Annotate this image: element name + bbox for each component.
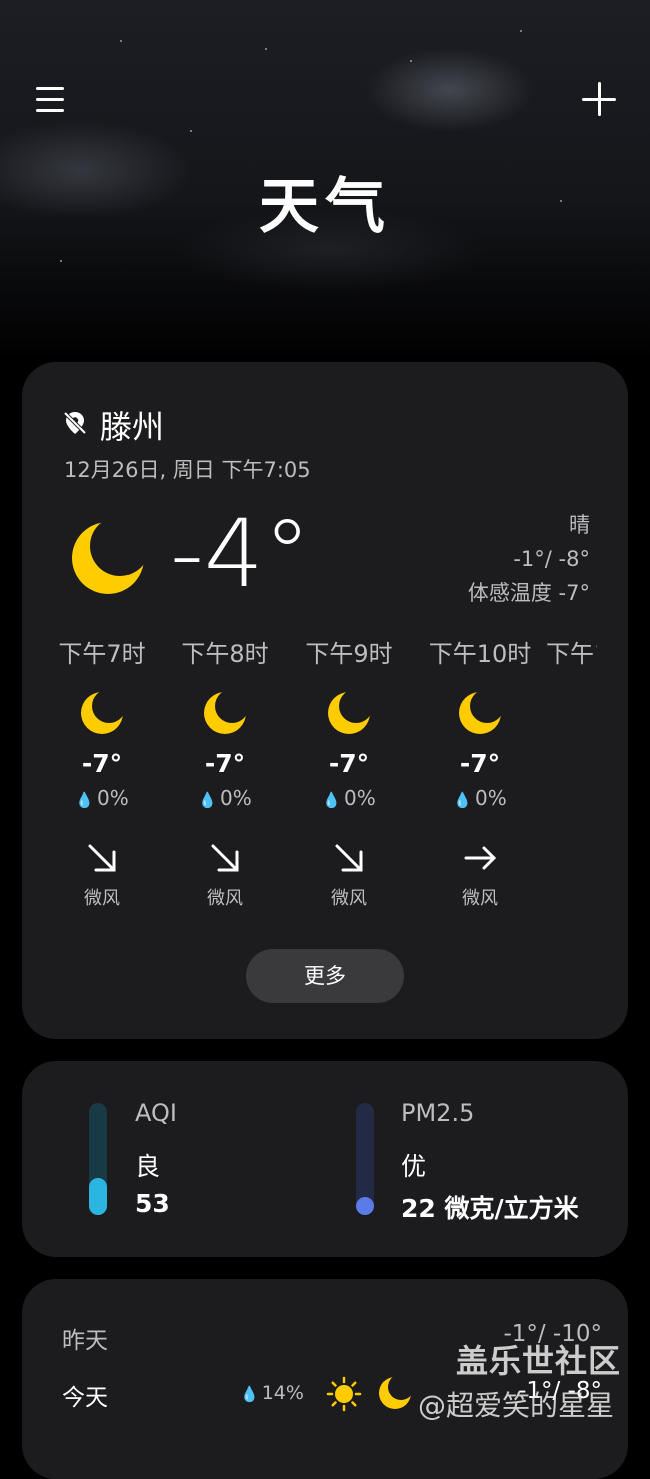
rain-chance: 0% (474, 786, 507, 810)
day-temp: -1°/ -10° (503, 1321, 602, 1347)
aqi-level: 良 (135, 1152, 161, 1181)
pm25-value: 22 微克/立方米 (401, 1194, 579, 1223)
arrow-down-right-icon (211, 844, 239, 872)
hour-time: 下午10时 (428, 640, 532, 668)
current-temperature: -4° (170, 500, 311, 609)
hour-rain: 💧 0% (289, 786, 409, 810)
moon-icon (459, 692, 501, 734)
current-weather-card[interactable]: 滕州 12月26日, 周日 下午7:05 -4° 晴 -1°/ -8° 体感温度… (22, 362, 628, 1039)
pm25-label: PM2.5 (401, 1099, 475, 1127)
day-temp: -1°/ -8° (518, 1378, 602, 1404)
hour-item: 下午10时 -7° 💧 0% 微风 (420, 634, 540, 910)
moon-icon (72, 522, 144, 594)
feels-like-temperature: 体感温度 -7° (467, 581, 590, 605)
day-name: 今天 (62, 1385, 108, 1411)
star (265, 48, 267, 50)
rain-chance: 0% (343, 786, 376, 810)
hour-item: 下午7时 -7° 💧 0% 微风 (42, 634, 162, 910)
location-off-icon (63, 411, 87, 435)
hour-time: 下午8时 (181, 640, 269, 668)
hourly-forecast[interactable]: 下午7时 -7° 💧 0% 微风 下午8时 -7° 💧 0% 微风 下午9时 -… (42, 634, 597, 924)
aqi-gauge-fill (89, 1178, 107, 1215)
star (60, 260, 62, 262)
moon-icon (204, 692, 246, 734)
condition-block: 晴 -1°/ -8° 体感温度 -7° (468, 508, 590, 610)
hour-temp: -7° (204, 749, 246, 778)
pm25-gauge-fill (356, 1197, 374, 1215)
star (410, 60, 412, 62)
city-name: 滕州 (100, 408, 165, 446)
aqi-value: 53 (135, 1189, 170, 1218)
wind-label: 微风 (207, 888, 243, 909)
condition-text: 晴 (569, 513, 590, 537)
rain-chance: 14% (261, 1382, 304, 1404)
hamburger-menu-icon[interactable] (30, 78, 74, 122)
rain-chance: 0% (96, 786, 129, 810)
day-rain: 💧 14% (240, 1382, 304, 1404)
hour-rain: 💧 0% (420, 786, 540, 810)
droplet-icon: 💧 (453, 791, 472, 809)
aqi-gauge (89, 1103, 107, 1215)
star (120, 40, 122, 42)
wind-label: 微风 (84, 888, 120, 909)
hour-temp: -7° (81, 749, 123, 778)
sun-icon (326, 1376, 362, 1412)
moon-icon (81, 692, 123, 734)
daily-row-yesterday: 昨天 -1°/ -10° (62, 1321, 602, 1361)
star (190, 130, 192, 132)
moon-icon (379, 1377, 411, 1409)
daily-forecast-card[interactable]: 昨天 -1°/ -10° 今天 💧 14% -1°/ -8° (22, 1279, 628, 1479)
hour-time: 下午7时 (58, 640, 146, 668)
aqi-label: AQI (135, 1099, 177, 1127)
droplet-icon: 💧 (240, 1385, 259, 1403)
pm25-gauge (356, 1103, 374, 1215)
hour-item: 下午8时 -7° 💧 0% 微风 (165, 634, 285, 910)
wind-label: 微风 (331, 888, 367, 909)
hour-rain: 💧 0% (165, 786, 285, 810)
day-name: 昨天 (62, 1328, 108, 1354)
droplet-icon: 💧 (75, 791, 94, 809)
hour-temp: -7° (328, 749, 370, 778)
date-time: 12月26日, 周日 下午7:05 (64, 458, 311, 482)
droplet-icon: 💧 (198, 791, 217, 809)
star (520, 30, 522, 32)
air-quality-card[interactable]: AQI 良 53 PM2.5 优 22 微克/立方米 (22, 1061, 628, 1257)
hour-item: 下午9时 -7° 💧 0% 微风 (289, 634, 409, 910)
hour-item: 下午11时 (546, 634, 597, 669)
pm25-level: 优 (401, 1152, 427, 1181)
hour-rain: 💧 0% (42, 786, 162, 810)
page-title: 天气 (259, 172, 391, 242)
hour-temp: -7° (459, 749, 501, 778)
wind-label: 微风 (462, 888, 498, 909)
arrow-down-right-icon (88, 844, 116, 872)
hour-time: 下午11时 (546, 640, 597, 668)
rain-chance: 0% (219, 786, 252, 810)
arrow-right-icon (464, 846, 497, 870)
moon-icon (328, 692, 370, 734)
daily-row-today: 今天 💧 14% -1°/ -8° (62, 1376, 602, 1418)
arrow-down-right-icon (335, 844, 363, 872)
plus-icon[interactable] (578, 78, 622, 122)
droplet-icon: 💧 (322, 791, 341, 809)
more-button[interactable]: 更多 (246, 949, 404, 1003)
hour-time: 下午9时 (305, 640, 393, 668)
high-low-temperature: -1°/ -8° (513, 547, 590, 571)
